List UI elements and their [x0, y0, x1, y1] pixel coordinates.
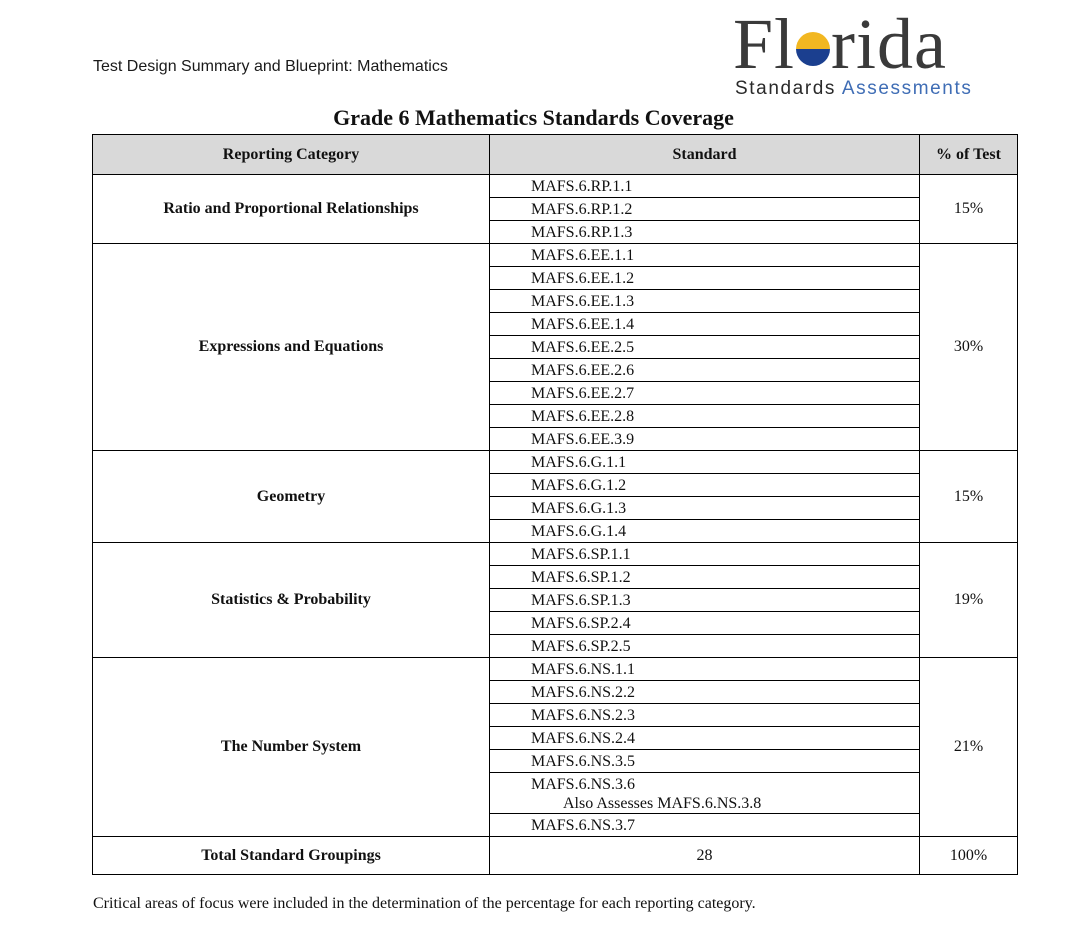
standard-code: MAFS.6.SP.1.2 — [531, 569, 631, 586]
standard-cell: MAFS.6.NS.2.3 — [489, 703, 920, 727]
standard-code: MAFS.6.RP.1.3 — [531, 224, 633, 241]
standard-code: MAFS.6.EE.3.9 — [531, 431, 635, 448]
standard-cell: MAFS.6.EE.1.2 — [489, 266, 920, 290]
standard-code: MAFS.6.NS.3.5 — [531, 753, 636, 770]
standard-code: MAFS.6.NS.3.6 — [531, 776, 636, 793]
reporting-category-cell: Expressions and Equations — [92, 243, 490, 451]
standard-cell: MAFS.6.RP.1.3 — [489, 220, 920, 244]
standard-code: MAFS.6.EE.1.4 — [531, 316, 635, 333]
standard-code: MAFS.6.EE.2.7 — [531, 385, 635, 402]
reporting-category-cell: Statistics & Probability — [92, 542, 490, 658]
also-assesses-note: Also Assesses MAFS.6.NS.3.8 — [563, 795, 762, 812]
standard-code: MAFS.6.NS.2.3 — [531, 707, 636, 724]
standard-cell: MAFS.6.SP.2.4 — [489, 611, 920, 635]
percent-of-test-cell: 19% — [919, 542, 1018, 658]
standard-cell: MAFS.6.SP.1.2 — [489, 565, 920, 589]
table-header-row: Reporting Category Standard % of Test — [92, 134, 1018, 175]
florida-standards-assessments-logo: Fl rida Standards Assessments — [733, 8, 983, 104]
standard-cell: MAFS.6.EE.1.3 — [489, 289, 920, 313]
standard-cell: MAFS.6.SP.2.5 — [489, 634, 920, 658]
footnote: Critical areas of focus were included in… — [93, 895, 756, 912]
standard-cell: MAFS.6.NS.3.5 — [489, 749, 920, 773]
percent-of-test-cell: 15% — [919, 450, 1018, 543]
standard-cell: MAFS.6.SP.1.1 — [489, 542, 920, 566]
standard-code: MAFS.6.EE.1.1 — [531, 247, 635, 264]
standard-code: MAFS.6.SP.1.3 — [531, 592, 631, 609]
logo-subtitle: Standards Assessments — [735, 78, 972, 100]
standard-code: MAFS.6.SP.1.1 — [531, 546, 631, 563]
standard-code: MAFS.6.NS.2.2 — [531, 684, 636, 701]
percent-of-test-cell: 30% — [919, 243, 1018, 451]
table-row: Expressions and Equations MAFS.6.EE.1.1 30… — [92, 243, 1018, 451]
standard-code: MAFS.6.RP.1.1 — [531, 178, 633, 195]
table-row: Statistics & Probability MAFS.6.SP.1.1 19% — [92, 542, 1018, 658]
standard-code: MAFS.6.EE.2.8 — [531, 408, 635, 425]
standard-code: MAFS.6.G.1.3 — [531, 500, 627, 517]
standard-code: MAFS.6.EE.1.2 — [531, 270, 635, 287]
standard-cell: MAFS.6.RP.1.2 — [489, 197, 920, 221]
standard-cell: MAFS.6.NS.2.2 — [489, 680, 920, 704]
reporting-category-cell: The Number System — [92, 657, 490, 837]
standard-code: MAFS.6.G.1.1 — [531, 454, 627, 471]
logo-wordmark: Fl rida — [733, 8, 947, 80]
reporting-category-cell: Geometry — [92, 450, 490, 543]
logo-word-end: rida — [831, 4, 947, 84]
standard-cell: MAFS.6.G.1.2 — [489, 473, 920, 497]
standard-code: MAFS.6.NS.1.1 — [531, 661, 636, 678]
standard-code: MAFS.6.NS.2.4 — [531, 730, 636, 747]
page-title: Grade 6 Mathematics Standards Coverage — [333, 105, 734, 130]
standard-cell: MAFS.6.EE.2.7 — [489, 381, 920, 405]
standard-cell: MAFS.6.EE.1.1 — [489, 243, 920, 267]
standard-code: MAFS.6.SP.2.5 — [531, 638, 631, 655]
total-row: Total Standard Groupings 28 100% — [92, 836, 1018, 875]
logo-sub-assessments: Assessments — [841, 78, 973, 99]
standard-code: MAFS.6.EE.2.6 — [531, 362, 635, 379]
table-row: Ratio and Proportional Relationships MAFS… — [92, 174, 1018, 244]
standard-code: MAFS.6.EE.2.5 — [531, 339, 635, 356]
standard-cell: MAFS.6.EE.3.9 — [489, 427, 920, 451]
reporting-category-cell: Ratio and Proportional Relationships — [92, 174, 490, 244]
standard-code: MAFS.6.RP.1.2 — [531, 201, 633, 218]
logo-sub-standards: Standards — [735, 78, 837, 99]
sun-river-icon — [796, 32, 831, 66]
column-header-reporting-category: Reporting Category — [92, 134, 490, 175]
standard-cell: MAFS.6.G.1.4 — [489, 519, 920, 543]
standard-cell: MAFS.6.EE.1.4 — [489, 312, 920, 336]
standard-code: MAFS.6.NS.3.7 — [531, 817, 636, 834]
table-body: Ratio and Proportional Relationships MAFS… — [92, 174, 1018, 875]
standard-code: MAFS.6.EE.1.3 — [531, 293, 635, 310]
table-row: Geometry MAFS.6.G.1.1 15% — [92, 450, 1018, 543]
standard-cell: MAFS.6.NS.1.1 — [489, 657, 920, 681]
standard-cell: MAFS.6.RP.1.1 — [489, 174, 920, 198]
table-row: The Number System MAFS.6.NS.1.1 21% — [92, 657, 1018, 837]
standard-code: MAFS.6.G.1.2 — [531, 477, 627, 494]
standards-coverage-table: Reporting Category Standard % of Test Ra… — [92, 134, 1018, 875]
logo-word-start: Fl — [733, 4, 796, 84]
standard-cell: MAFS.6.G.1.1 — [489, 450, 920, 474]
total-label: Total Standard Groupings — [92, 836, 490, 875]
total-count: 28 — [489, 836, 920, 875]
total-percent: 100% — [919, 836, 1018, 875]
standard-cell: MAFS.6.EE.2.5 — [489, 335, 920, 359]
column-header-standard: Standard — [489, 134, 920, 175]
standard-cell: MAFS.6.NS.3.7 — [489, 813, 920, 837]
percent-of-test-cell: 15% — [919, 174, 1018, 244]
standard-code: MAFS.6.G.1.4 — [531, 523, 627, 540]
standard-cell: MAFS.6.G.1.3 — [489, 496, 920, 520]
document-header-title: Test Design Summary and Blueprint: Mathe… — [93, 58, 448, 75]
standard-cell: MAFS.6.EE.2.8 — [489, 404, 920, 428]
percent-of-test-cell: 21% — [919, 657, 1018, 837]
standard-cell: MAFS.6.SP.1.3 — [489, 588, 920, 612]
column-header-percent: % of Test — [919, 134, 1018, 175]
standard-code: MAFS.6.SP.2.4 — [531, 615, 631, 632]
standard-cell: MAFS.6.NS.3.6 Also Assesses MAFS.6.NS.3.8 — [489, 772, 920, 814]
standard-cell: MAFS.6.NS.2.4 — [489, 726, 920, 750]
standard-cell: MAFS.6.EE.2.6 — [489, 358, 920, 382]
